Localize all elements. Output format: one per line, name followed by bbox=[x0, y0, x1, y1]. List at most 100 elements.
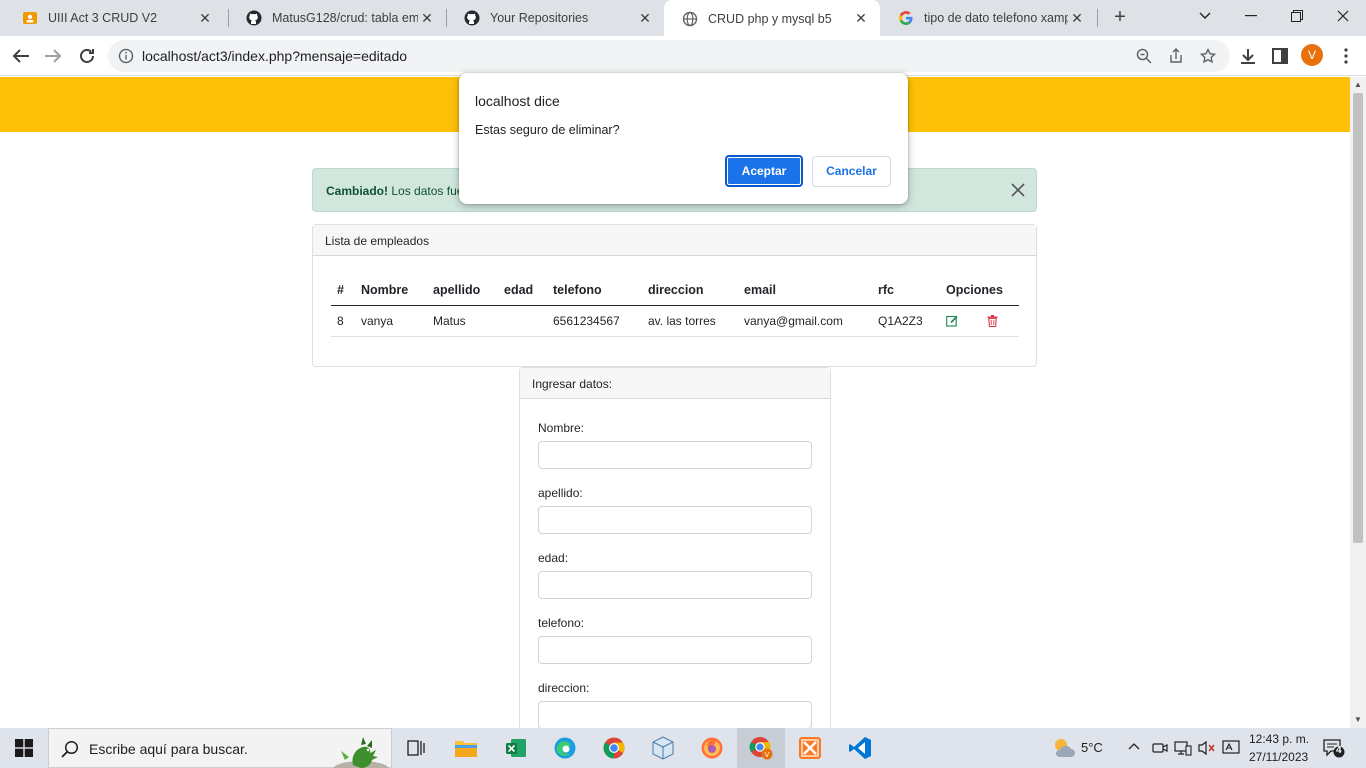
windows-start-icon[interactable] bbox=[0, 728, 48, 768]
xampp-icon[interactable] bbox=[786, 728, 834, 768]
cell-opciones bbox=[940, 305, 1019, 337]
github-icon bbox=[464, 10, 480, 26]
cancel-button[interactable]: Cancelar bbox=[812, 156, 891, 187]
3d-viewer-icon[interactable] bbox=[639, 728, 687, 768]
trash-icon[interactable] bbox=[987, 315, 998, 328]
chrome-icon[interactable] bbox=[590, 728, 638, 768]
reload-button[interactable] bbox=[75, 44, 99, 68]
apellido-field[interactable] bbox=[538, 506, 812, 534]
url-text[interactable]: localhost/act3/index.php?mensaje=editado bbox=[142, 48, 407, 64]
share-icon[interactable] bbox=[1166, 46, 1186, 66]
confirm-dialog: localhost dice Estas seguro de eliminar?… bbox=[459, 73, 908, 204]
scrollbar-thumb[interactable] bbox=[1353, 93, 1363, 543]
dialog-title: localhost dice bbox=[475, 93, 560, 109]
column-header: direccion bbox=[642, 275, 738, 306]
table-row: 8 vanya Matus 6561234567 av. las torres … bbox=[331, 305, 1019, 337]
weather-icon[interactable] bbox=[1044, 728, 1084, 768]
cell-id: 8 bbox=[331, 305, 355, 337]
nombre-label: Nombre: bbox=[538, 421, 585, 435]
tab-title: tipo de dato telefono xampp bbox=[924, 11, 1068, 25]
direccion-field[interactable] bbox=[538, 701, 812, 729]
tab-title: UIII Act 3 CRUD V2 bbox=[48, 11, 158, 25]
taskbar-search[interactable]: Escribe aquí para buscar. bbox=[48, 728, 392, 768]
scroll-up-icon[interactable]: ▲ bbox=[1354, 80, 1362, 89]
task-view-icon[interactable] bbox=[392, 728, 440, 768]
cell-direccion: av. las torres bbox=[642, 305, 738, 337]
file-explorer-icon[interactable] bbox=[442, 728, 490, 768]
cell-email: vanya@gmail.com bbox=[738, 305, 872, 337]
close-icon[interactable]: ✕ bbox=[852, 10, 870, 27]
close-icon[interactable] bbox=[1010, 182, 1026, 198]
edit-icon[interactable] bbox=[946, 315, 958, 327]
page-scrollbar[interactable]: ▲ ▼ bbox=[1350, 77, 1366, 728]
dialog-message: Estas seguro de eliminar? bbox=[475, 123, 620, 137]
clock-date[interactable]: 27/11/2023 bbox=[1249, 750, 1308, 764]
restore-button[interactable] bbox=[1274, 0, 1320, 32]
cell-telefono: 6561234567 bbox=[547, 305, 642, 337]
info-icon[interactable] bbox=[116, 46, 136, 66]
network-icon[interactable] bbox=[1174, 740, 1192, 761]
edge-icon[interactable] bbox=[541, 728, 589, 768]
close-icon[interactable]: ✕ bbox=[1068, 10, 1086, 27]
close-icon[interactable]: ✕ bbox=[196, 10, 214, 27]
profile-avatar[interactable]: V bbox=[1301, 44, 1323, 66]
globe-icon bbox=[682, 11, 698, 27]
apellido-label: apellido: bbox=[538, 486, 583, 500]
tab-your-repositories[interactable]: Your Repositories ✕ bbox=[446, 0, 664, 36]
more-menu-icon[interactable] bbox=[1334, 44, 1358, 68]
column-header: Opciones bbox=[940, 275, 1019, 306]
side-panel-icon[interactable] bbox=[1268, 44, 1292, 68]
back-button[interactable] bbox=[9, 44, 33, 68]
tab-search-icon[interactable] bbox=[1182, 0, 1228, 32]
cell-rfc: Q1A2Z3 bbox=[872, 305, 940, 337]
chrome-profile-icon[interactable]: V bbox=[737, 728, 785, 768]
form-card: Ingresar datos: Nombre: apellido: edad: … bbox=[519, 367, 831, 747]
volume-muted-icon[interactable] bbox=[1198, 740, 1216, 761]
edad-field[interactable] bbox=[538, 571, 812, 599]
bookmark-star-icon[interactable] bbox=[1198, 46, 1218, 66]
chevron-up-icon[interactable] bbox=[1128, 740, 1140, 759]
download-icon[interactable] bbox=[1236, 44, 1260, 68]
tab-title: MatusG128/crud: tabla emp bbox=[272, 11, 418, 25]
edad-label: edad: bbox=[538, 551, 569, 565]
column-header: telefono bbox=[547, 275, 642, 306]
tab-title: CRUD php y mysql b5 bbox=[708, 11, 832, 26]
scroll-down-icon[interactable]: ▼ bbox=[1354, 715, 1362, 724]
excel-icon[interactable] bbox=[492, 728, 540, 768]
close-icon[interactable]: ✕ bbox=[418, 10, 436, 27]
column-header: # bbox=[331, 275, 355, 306]
zoom-icon[interactable] bbox=[1134, 46, 1154, 66]
tab-strip: UIII Act 3 CRUD V2 ✕ MatusG128/crud: tab… bbox=[0, 0, 1366, 37]
language-icon[interactable] bbox=[1222, 740, 1240, 761]
address-bar[interactable]: localhost/act3/index.php?mensaje=editado bbox=[108, 40, 1230, 72]
table-header-row: # Nombre apellido edad telefono direccio… bbox=[331, 275, 1019, 306]
tab-title: Your Repositories bbox=[490, 11, 589, 25]
alert-strong: Cambiado! bbox=[326, 184, 389, 198]
forward-button[interactable] bbox=[41, 44, 65, 68]
close-icon[interactable]: ✕ bbox=[636, 10, 654, 27]
column-header: apellido bbox=[427, 275, 498, 306]
column-header: rfc bbox=[872, 275, 940, 306]
clock-time[interactable]: 12:43 p. m. bbox=[1249, 732, 1309, 746]
search-icon bbox=[61, 740, 79, 763]
firefox-icon[interactable] bbox=[688, 728, 736, 768]
close-window-button[interactable] bbox=[1320, 0, 1366, 32]
weather-temperature[interactable]: 5°C bbox=[1081, 740, 1103, 755]
meet-now-icon[interactable] bbox=[1152, 740, 1168, 761]
cell-apellido: Matus bbox=[427, 305, 498, 337]
nombre-field[interactable] bbox=[538, 441, 812, 469]
tab-github-crud[interactable]: MatusG128/crud: tabla emp ✕ bbox=[228, 0, 446, 36]
minimize-button[interactable] bbox=[1228, 0, 1274, 32]
tab-crud-php[interactable]: CRUD php y mysql b5 ✕ bbox=[664, 0, 880, 37]
column-header: Nombre bbox=[355, 275, 427, 306]
vscode-icon[interactable] bbox=[836, 728, 884, 768]
search-placeholder: Escribe aquí para buscar. bbox=[89, 741, 248, 757]
dragon-icon bbox=[331, 731, 391, 768]
accept-button[interactable]: Aceptar bbox=[725, 155, 803, 187]
direccion-label: direccion: bbox=[538, 681, 590, 695]
telefono-field[interactable] bbox=[538, 636, 812, 664]
tab-uiii-act3[interactable]: UIII Act 3 CRUD V2 ✕ bbox=[4, 0, 224, 36]
windows-taskbar: Escribe aquí para buscar. V 5°C 12:43 p.… bbox=[0, 728, 1366, 768]
new-tab-button[interactable]: + bbox=[1108, 6, 1132, 30]
tab-google-search[interactable]: tipo de dato telefono xampp ✕ bbox=[880, 0, 1096, 36]
